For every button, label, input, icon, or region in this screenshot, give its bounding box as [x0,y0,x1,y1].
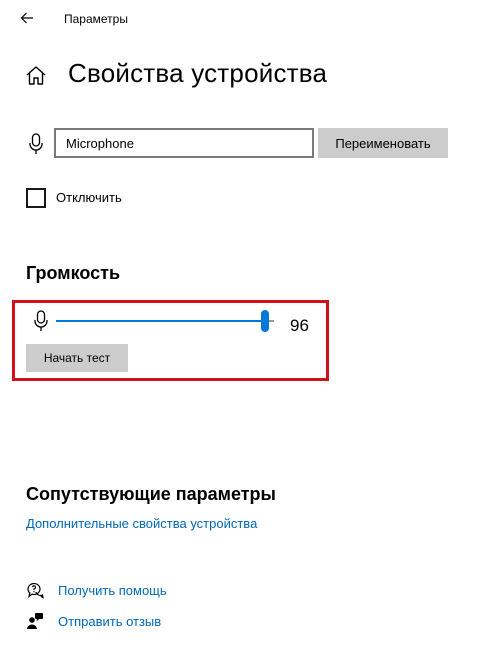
device-name-input[interactable] [54,128,314,158]
get-help-link[interactable]: Получить помощь [58,583,167,598]
send-feedback-link[interactable]: Отправить отзыв [58,614,161,629]
page-title: Свойства устройства [68,58,328,88]
disable-checkbox[interactable] [26,188,46,208]
title-bar: Параметры [0,0,486,40]
start-test-button[interactable]: Начать тест [26,344,128,372]
volume-slider-fill [56,320,265,322]
rename-button[interactable]: Переименовать [318,128,448,158]
volume-slider[interactable] [56,310,274,332]
volume-heading: Громкость [26,263,121,283]
volume-microphone-icon [34,310,48,331]
home-icon[interactable] [24,64,48,88]
volume-slider-thumb[interactable] [261,310,269,332]
back-button[interactable] [14,6,40,30]
help-chat-icon [27,582,44,599]
related-settings-heading: Сопутствующие параметры [26,484,276,504]
feedback-person-icon [27,613,43,629]
window-title: Параметры [64,12,128,26]
disable-checkbox-label: Отключить [56,190,122,205]
microphone-icon [29,133,43,154]
volume-value: 96 [290,316,309,335]
back-arrow-icon [20,12,33,24]
advanced-device-properties-link[interactable]: Дополнительные свойства устройства [26,516,257,531]
